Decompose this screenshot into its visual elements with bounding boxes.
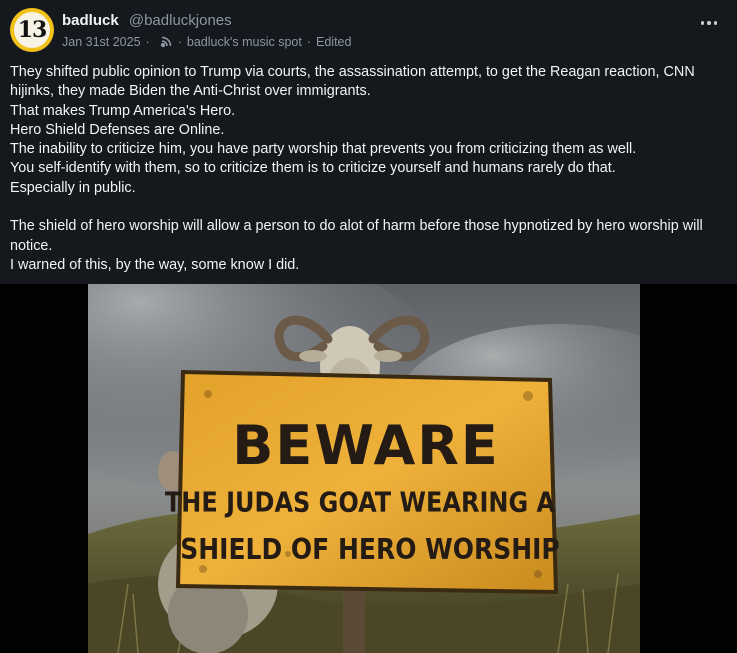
post-body: They shifted public opinion to Trump via…: [10, 63, 725, 275]
sign-text-line2: THE JUDAS GOAT WEARING A: [165, 487, 555, 519]
sign-text-line3: SHIELD OF HERO WORSHIP: [180, 533, 560, 566]
post-date[interactable]: Jan 31st 2025: [62, 35, 141, 49]
post-paragraph: The inability to criticize him, you have…: [10, 141, 637, 158]
post-paragraph: That makes Trump America's Hero.: [10, 102, 236, 119]
more-horizontal-icon: [707, 21, 711, 25]
author-handle[interactable]: @badluckjones: [129, 12, 232, 29]
post-media[interactable]: BEWARE THE JUDAS GOAT WEARING A SHIELD O…: [0, 284, 737, 653]
post-image[interactable]: BEWARE THE JUDAS GOAT WEARING A SHIELD O…: [88, 284, 640, 653]
post-card: 13 badluck @badluckjones Jan 31st 2025 ·…: [0, 0, 737, 653]
post-paragraph: I warned of this, by the way, some know …: [10, 256, 300, 273]
sign-text-line1: BEWARE: [232, 414, 499, 477]
post-paragraph: The shield of hero worship will allow a …: [10, 218, 703, 254]
more-horizontal-icon: [700, 21, 705, 25]
meta-separator: ·: [145, 35, 150, 49]
avatar-text: 13: [14, 12, 50, 48]
post-paragraph: You self-identify with them, so to criti…: [10, 160, 616, 177]
feed-name[interactable]: badluck's music spot: [187, 35, 302, 49]
post-header: 13 badluck @badluckjones Jan 31st 2025 ·…: [10, 8, 727, 56]
feed-icon: [160, 36, 172, 48]
author-display-name[interactable]: badluck: [62, 12, 119, 29]
goat-sign-illustration: BEWARE THE JUDAS GOAT WEARING A SHIELD O…: [88, 284, 640, 653]
more-options-button[interactable]: [697, 14, 721, 32]
post-paragraph: Hero Shield Defenses are Online.: [10, 121, 225, 138]
edited-label: Edited: [316, 35, 352, 49]
avatar[interactable]: 13: [10, 8, 54, 52]
meta-separator: ·: [306, 35, 311, 49]
more-horizontal-icon: [713, 21, 718, 25]
post-meta: Jan 31st 2025 · · badluck's music spot ·…: [62, 35, 351, 49]
meta-separator: ·: [177, 35, 182, 49]
post-paragraph: Especially in public.: [10, 179, 136, 196]
author-row: badluck @badluckjones: [62, 12, 232, 29]
post-paragraph: They shifted public opinion to Trump via…: [10, 64, 695, 100]
